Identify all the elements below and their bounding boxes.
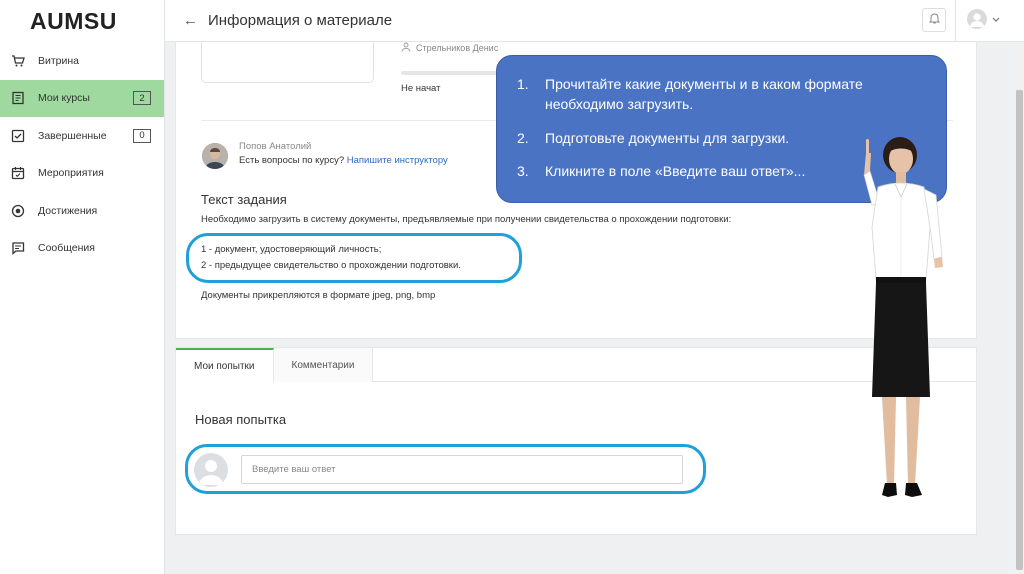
highlight-oval-answer [185,444,706,494]
author-name: Стрельников Денис [416,43,499,53]
step-text: Подготовьте документы для загрузки. [545,129,790,146]
sidebar: AUMSU Витрина Мои курсы 2 Завершенные 0 … [0,0,165,574]
checkbox-icon [10,128,26,144]
top-header: ← Информация о материале [165,0,1024,42]
tab-my-attempts[interactable]: Мои попытки [176,348,274,382]
page-title: Информация о материале [208,12,393,29]
material-author: Стрельников Денис [401,42,498,54]
highlight-oval-documents [186,233,522,283]
tutor-question-text: Есть вопросы по курсу? [239,155,345,166]
sidebar-item-vitrina[interactable]: Витрина [0,42,164,80]
medal-icon [10,203,26,219]
app-logo[interactable]: AUMSU [0,0,164,42]
calendar-icon [10,165,26,181]
step-number: 2. [517,129,529,146]
cart-icon [10,53,26,69]
sidebar-item-label: Витрина [38,54,80,67]
sidebar-item-achievements[interactable]: Достижения [0,192,164,230]
instruction-step: 1. Прочитайте какие документы и в каком … [517,74,924,115]
chevron-down-icon [992,10,1000,28]
user-menu[interactable] [967,9,1000,29]
tutor-question: Есть вопросы по курсу? Напишите инструкт… [239,155,448,166]
tutor-name: Попов Анатолий [239,141,312,152]
scrollbar-thumb[interactable] [1016,90,1023,570]
task-heading: Текст задания [201,192,287,207]
notifications-button[interactable] [922,8,946,32]
sidebar-item-completed[interactable]: Завершенные 0 [0,117,164,155]
new-attempt-heading: Новая попытка [195,412,287,427]
user-icon [401,42,411,54]
step-text: Кликните в поле «Введите ваш ответ»... [545,162,806,179]
sidebar-item-label: Мероприятия [38,167,104,180]
material-thumbnail [201,42,374,83]
sidebar-item-events[interactable]: Мероприятия [0,155,164,193]
sidebar-item-label: Завершенные [38,129,107,142]
sidebar-item-messages[interactable]: Сообщения [0,230,164,268]
sidebar-item-label: Мои курсы [38,92,90,105]
tutor-avatar [202,143,228,169]
scrollbar[interactable] [1015,42,1024,574]
step-number: 1. [517,76,529,92]
bell-icon [928,11,940,29]
book-icon [10,90,26,106]
count-badge: 0 [133,128,151,143]
sidebar-item-label: Достижения [38,204,98,217]
sidebar-item-my-courses[interactable]: Мои курсы 2 [0,79,164,117]
count-badge: 2 [133,91,151,106]
step-text: Прочитайте какие документы и в каком фор… [545,76,863,113]
avatar [967,9,987,29]
contact-instructor-link[interactable]: Напишите инструктору [347,155,448,166]
task-description: Необходимо загрузить в систему документы… [201,214,732,225]
presenter-figure [842,135,957,530]
status-text: Не начат [401,83,441,94]
header-divider [955,0,956,42]
task-formats: Документы прикрепляются в формате jpeg, … [201,290,436,301]
message-icon [10,240,26,256]
step-number: 3. [517,162,529,179]
arrow-left-icon[interactable]: ← [183,12,198,29]
tab-comments[interactable]: Комментарии [273,348,374,382]
sidebar-item-label: Сообщения [38,242,95,255]
